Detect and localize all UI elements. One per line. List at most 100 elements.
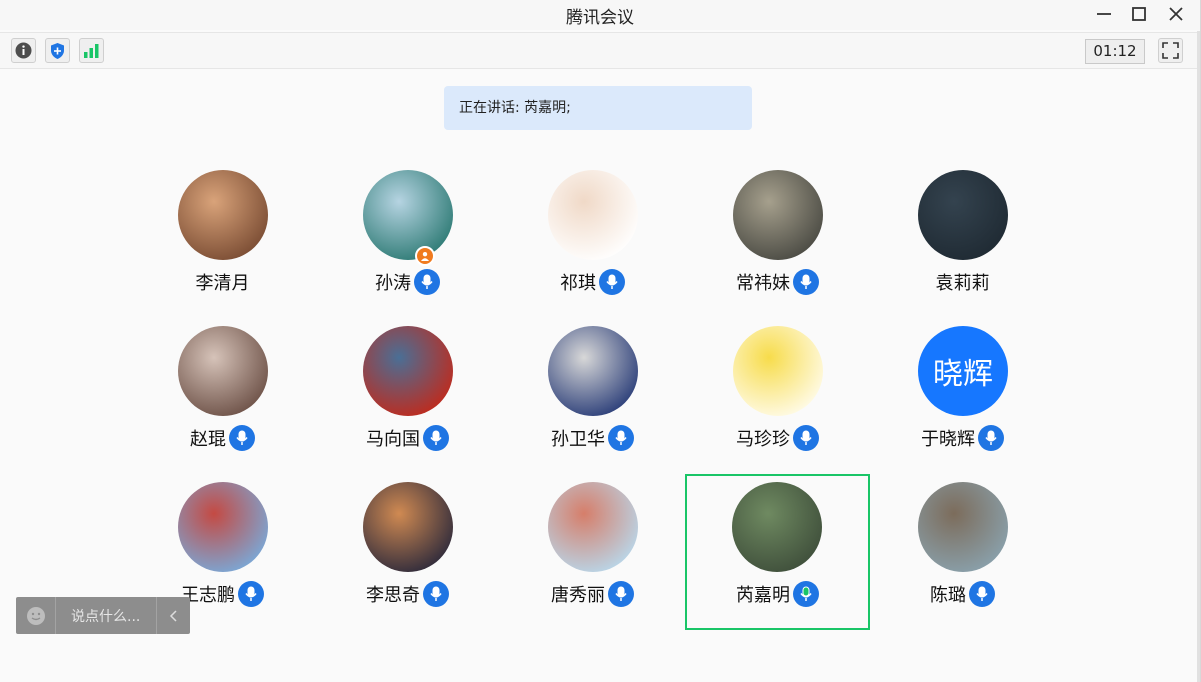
participant-name: 孙卫华	[551, 429, 605, 450]
participant-name: 孙涛	[375, 273, 411, 294]
participant-tile[interactable]: 李思奇	[315, 482, 500, 638]
minimize-button[interactable]	[1085, 0, 1123, 28]
participant-name: 李思奇	[366, 585, 420, 606]
participant-tile[interactable]: 常祎妹	[685, 170, 870, 326]
participant-name: 陈璐	[930, 585, 966, 606]
participant-name-row: 唐秀丽	[500, 580, 685, 608]
participant-avatar	[178, 170, 268, 260]
participant-name-row: 马向国	[315, 424, 500, 452]
close-button[interactable]	[1157, 0, 1195, 28]
participant-name-row: 陈璐	[870, 580, 1055, 608]
participant-mic-status	[793, 269, 819, 295]
participant-tile[interactable]: 芮嘉明	[685, 474, 870, 630]
window-title: 腾讯会议	[566, 8, 634, 28]
microphone-icon	[800, 586, 812, 601]
microphone-icon	[430, 586, 442, 601]
network-status-button[interactable]	[79, 38, 104, 63]
participant-tile[interactable]: 马珍珍	[685, 326, 870, 482]
participant-name-row: 祁琪	[500, 268, 685, 296]
participant-name-row: 赵琨	[130, 424, 315, 452]
microphone-icon	[615, 430, 627, 445]
participant-avatar	[733, 326, 823, 416]
participant-avatar	[548, 482, 638, 572]
participant-mic-status	[969, 581, 995, 607]
participant-tile[interactable]: 晓辉 于晓辉	[870, 326, 1055, 482]
participant-name: 赵琨	[190, 429, 226, 450]
security-shield-icon	[51, 42, 64, 59]
microphone-icon	[245, 586, 257, 601]
chat-bar[interactable]: 说点什么...	[16, 597, 190, 634]
security-button[interactable]	[45, 38, 70, 63]
participant-mic-status	[978, 425, 1004, 451]
participant-name: 马向国	[366, 429, 420, 450]
participant-avatar	[363, 326, 453, 416]
participant-name-row: 李清月	[130, 268, 315, 296]
participant-tile[interactable]: 赵琨	[130, 326, 315, 482]
participant-tile[interactable]: 唐秀丽	[500, 482, 685, 638]
title-bar: 腾讯会议	[0, 0, 1200, 30]
meeting-info-button[interactable]	[11, 38, 36, 63]
participant-mic-status	[793, 425, 819, 451]
network-signal-icon	[84, 44, 99, 58]
participant-tile[interactable]: 袁莉莉	[870, 170, 1055, 326]
participant-avatar	[363, 170, 453, 260]
participant-avatar	[548, 170, 638, 260]
participant-tile[interactable]: 马向国	[315, 326, 500, 482]
participant-name-row: 袁莉莉	[870, 268, 1055, 296]
participant-avatar	[918, 482, 1008, 572]
participant-tile[interactable]: 李清月	[130, 170, 315, 326]
participant-name-row: 芮嘉明	[687, 580, 868, 608]
participant-avatar	[918, 170, 1008, 260]
microphone-icon	[615, 586, 627, 601]
meeting-toolbar: 01:12	[0, 32, 1200, 69]
participant-tile[interactable]: 孙涛	[315, 170, 500, 326]
participant-mic-status	[608, 581, 634, 607]
participant-avatar: 晓辉	[918, 326, 1008, 416]
microphone-icon	[430, 430, 442, 445]
info-icon	[15, 42, 32, 59]
avatar-initials: 晓辉	[933, 357, 993, 392]
participant-avatar	[178, 326, 268, 416]
window-edge	[1197, 31, 1200, 682]
participant-mic-status	[229, 425, 255, 451]
participant-avatar	[732, 482, 822, 572]
participant-avatar	[733, 170, 823, 260]
host-user-icon	[421, 252, 429, 261]
participant-mic-status	[793, 581, 819, 607]
participant-tile[interactable]: 孙卫华	[500, 326, 685, 482]
active-speaker-banner: 正在讲话: 芮嘉明;	[444, 86, 752, 130]
participant-mic-status	[423, 581, 449, 607]
maximize-icon	[1132, 7, 1146, 21]
participant-avatar	[363, 482, 453, 572]
emoji-icon	[26, 606, 45, 625]
participant-name: 祁琪	[560, 273, 596, 294]
emoji-button[interactable]	[16, 597, 56, 634]
participant-tile[interactable]: 陈璐	[870, 482, 1055, 638]
participant-name: 唐秀丽	[551, 585, 605, 606]
microphone-icon	[606, 274, 618, 289]
chat-input[interactable]: 说点什么...	[56, 606, 156, 626]
chat-collapse-button[interactable]	[156, 597, 190, 634]
microphone-icon	[421, 274, 433, 289]
participant-name: 马珍珍	[736, 429, 790, 450]
participant-name-row: 孙涛	[315, 268, 500, 296]
participant-name: 李清月	[195, 273, 250, 294]
participant-name: 芮嘉明	[736, 585, 790, 606]
participant-mic-status	[599, 269, 625, 295]
participant-avatar	[548, 326, 638, 416]
participant-avatar	[178, 482, 268, 572]
participant-name-row: 李思奇	[315, 580, 500, 608]
microphone-icon	[976, 586, 988, 601]
microphone-icon	[985, 430, 997, 445]
participant-tile[interactable]: 祁琪	[500, 170, 685, 326]
participant-name-row: 常祎妹	[685, 268, 870, 296]
microphone-icon	[800, 430, 812, 445]
tencent-meeting-window: 腾讯会议 01:12 正在讲话: 芮嘉明; 李清月 孙涛 祁琪 常祎妹 袁莉莉赵琨 马向国…	[0, 0, 1201, 682]
participant-mic-status	[238, 581, 264, 607]
participant-mic-status	[608, 425, 634, 451]
minimize-icon	[1097, 13, 1111, 15]
maximize-button[interactable]	[1120, 0, 1158, 28]
fullscreen-button[interactable]	[1158, 38, 1183, 63]
participant-name-row: 孙卫华	[500, 424, 685, 452]
host-badge	[415, 246, 435, 266]
